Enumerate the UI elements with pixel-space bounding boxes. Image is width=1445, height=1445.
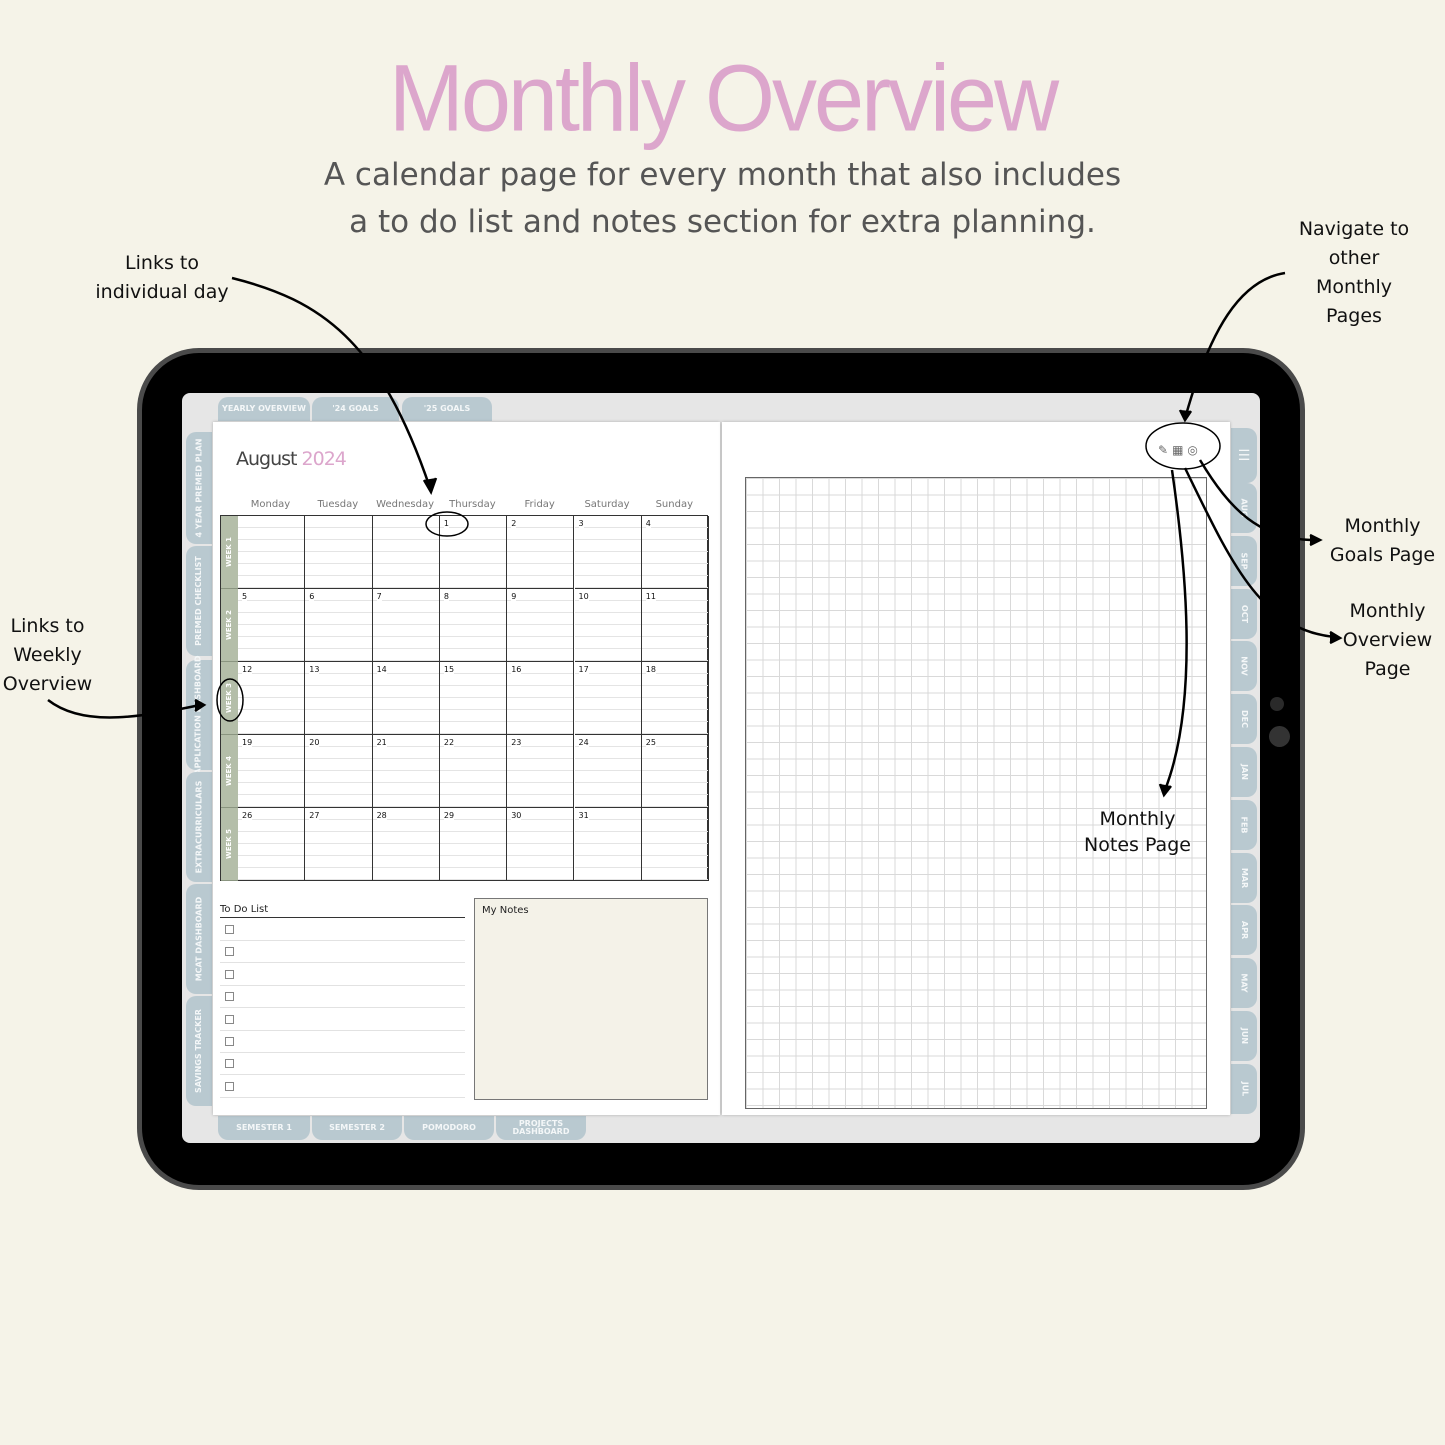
arrow-head [194, 698, 207, 713]
arrow-head [422, 477, 438, 495]
arrow-head [1178, 409, 1193, 423]
circle-week [216, 678, 244, 722]
arrow-notes [1163, 469, 1188, 791]
arrow-navigate [1184, 271, 1286, 416]
circle-icons [1145, 422, 1221, 470]
arrow-head [1329, 630, 1343, 645]
circle-day [425, 511, 469, 537]
arrow-overview [1183, 467, 1336, 639]
arrow-week [47, 699, 201, 719]
arrow-head [1309, 533, 1323, 547]
arrow-day [231, 276, 432, 489]
annotation-arrows [47, 271, 1343, 798]
arrow-goals [1198, 459, 1316, 542]
arrow-head [1158, 783, 1172, 798]
